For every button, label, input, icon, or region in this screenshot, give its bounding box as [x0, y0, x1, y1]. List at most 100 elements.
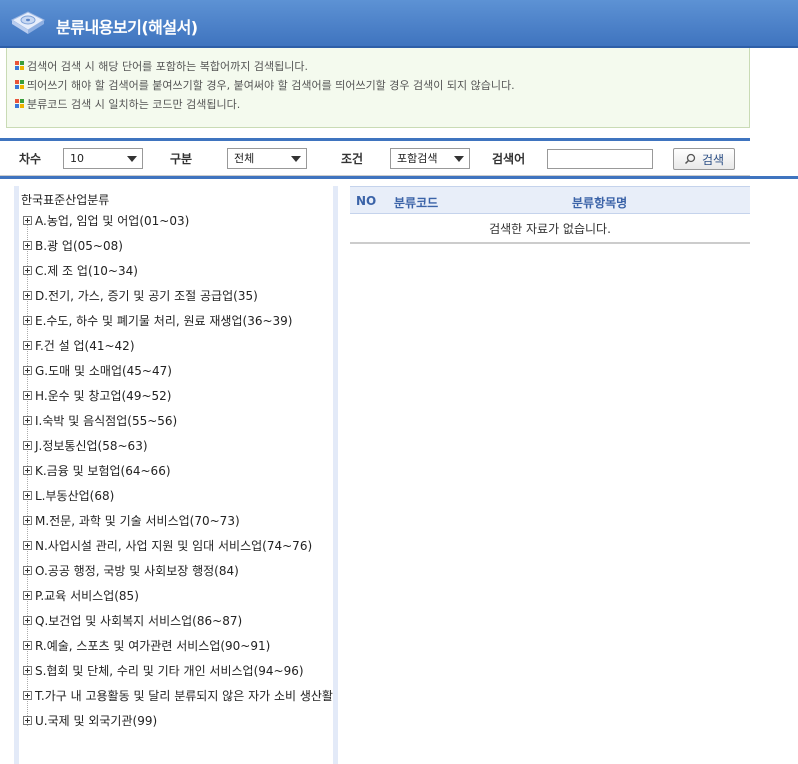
expand-plus-icon[interactable] [23, 590, 32, 600]
column-code: 분류코드 [394, 196, 439, 210]
page-title: 분류내용보기(해설서) [56, 18, 198, 37]
expand-plus-icon[interactable] [23, 340, 32, 350]
expand-plus-icon[interactable] [23, 665, 32, 675]
tree-item[interactable]: D.전기, 가스, 증기 및 공기 조절 공급업(35) [23, 285, 258, 305]
category-select-value: 전체 [234, 152, 255, 165]
classification-tree: 한국표준산업분류 A.농업, 임업 및 어업(01~03) B.광 업(05~08… [14, 186, 338, 764]
tree-item[interactable]: M.전문, 과학 및 기술 서비스업(70~73) [23, 510, 240, 530]
expand-plus-icon[interactable] [23, 615, 32, 625]
empty-result-message: 검색한 자료가 없습니다. [350, 214, 750, 244]
expand-plus-icon[interactable] [23, 390, 32, 400]
notice-line: 분류코드 검색 시 일치하는 코드만 검색됩니다. [15, 94, 741, 113]
page-header: 분류내용보기(해설서) [0, 0, 798, 48]
expand-plus-icon[interactable] [23, 515, 32, 525]
search-bar: 차수 10 구분 전체 조건 포함검색 검색어 검색 [0, 138, 750, 176]
tree-item[interactable]: C.제 조 업(10~34) [23, 260, 138, 280]
expand-plus-icon[interactable] [23, 440, 32, 450]
tree-item-label[interactable]: G.도매 및 소매업(45~47) [35, 362, 172, 379]
chevron-down-icon [291, 156, 301, 162]
tree-item[interactable]: N.사업시설 관리, 사업 지원 및 임대 서비스업(74~76) [23, 535, 312, 555]
tree-item[interactable]: R.예술, 스포츠 및 여가관련 서비스업(90~91) [23, 635, 270, 655]
tree-item-label[interactable]: D.전기, 가스, 증기 및 공기 조절 공급업(35) [35, 287, 258, 304]
tree-item-label[interactable]: N.사업시설 관리, 사업 지원 및 임대 서비스업(74~76) [35, 537, 312, 554]
tree-item[interactable]: I.숙박 및 음식점업(55~56) [23, 410, 177, 430]
tree-item-label[interactable]: B.광 업(05~08) [35, 237, 123, 254]
tree-item-label[interactable]: O.공공 행정, 국방 및 사회보장 행정(84) [35, 562, 239, 579]
edition-select-value: 10 [70, 152, 84, 165]
expand-plus-icon[interactable] [23, 215, 32, 225]
tree-item[interactable]: O.공공 행정, 국방 및 사회보장 행정(84) [23, 560, 239, 580]
keyword-label: 검색어 [492, 152, 526, 166]
expand-plus-icon[interactable] [23, 540, 32, 550]
tree-item-label[interactable]: S.협회 및 단체, 수리 및 기타 개인 서비스업(94~96) [35, 662, 304, 679]
chevron-down-icon [454, 156, 464, 162]
edition-label: 차수 [19, 152, 42, 166]
tree-item[interactable]: L.부동산업(68) [23, 485, 114, 505]
chevron-down-icon [127, 156, 137, 162]
divider [0, 176, 798, 179]
condition-label: 조건 [341, 152, 364, 166]
tree-item-label[interactable]: T.가구 내 고용활동 및 달리 분류되지 않은 자가 소비 생산활동(97~9… [35, 687, 333, 704]
category-select[interactable]: 전체 [227, 148, 307, 169]
tree-item-label[interactable]: E.수도, 하수 및 폐기물 처리, 원료 재생업(36~39) [35, 312, 292, 329]
tree-item-label[interactable]: I.숙박 및 음식점업(55~56) [35, 412, 177, 429]
tree-item[interactable]: J.정보통신업(58~63) [23, 435, 148, 455]
expand-plus-icon[interactable] [23, 490, 32, 500]
expand-plus-icon[interactable] [23, 715, 32, 725]
search-button-label: 검색 [701, 152, 725, 167]
keyword-input[interactable] [547, 149, 653, 169]
expand-plus-icon[interactable] [23, 290, 32, 300]
search-button[interactable]: 검색 [673, 148, 735, 170]
expand-plus-icon[interactable] [23, 265, 32, 275]
result-table-header: NO 분류코드 분류항목명 [350, 186, 750, 214]
notice-text: 띄어쓰기 해야 할 검색어를 붙여쓰기할 경우, 붙여써야 할 검색어를 띄어쓰… [27, 78, 515, 92]
expand-plus-icon[interactable] [23, 415, 32, 425]
bullet-icon [15, 99, 24, 108]
tree-item-label[interactable]: J.정보통신업(58~63) [35, 437, 148, 454]
expand-plus-icon[interactable] [23, 240, 32, 250]
expand-plus-icon[interactable] [23, 315, 32, 325]
tree-item[interactable]: B.광 업(05~08) [23, 235, 123, 255]
tree-item-label[interactable]: L.부동산업(68) [35, 487, 114, 504]
column-no: NO [356, 194, 377, 208]
tree-item[interactable]: S.협회 및 단체, 수리 및 기타 개인 서비스업(94~96) [23, 660, 304, 680]
tree-root-label: 한국표준산업분류 [21, 193, 110, 207]
condition-select[interactable]: 포함검색 [390, 148, 470, 169]
tree-item-label[interactable]: F.건 설 업(41~42) [35, 337, 135, 354]
tree-item-label[interactable]: Q.보건업 및 사회복지 서비스업(86~87) [35, 612, 242, 629]
tree-item[interactable]: A.농업, 임업 및 어업(01~03) [23, 210, 189, 230]
tree-item[interactable]: Q.보건업 및 사회복지 서비스업(86~87) [23, 610, 242, 630]
tree-item[interactable]: U.국제 및 외국기관(99) [23, 710, 157, 730]
tree-item-label[interactable]: C.제 조 업(10~34) [35, 262, 138, 279]
tree-item[interactable]: H.운수 및 창고업(49~52) [23, 385, 171, 405]
search-icon [684, 153, 696, 165]
tree-item[interactable]: P.교육 서비스업(85) [23, 585, 139, 605]
notice-line: 검색어 검색 시 해당 단어를 포함하는 복합어까지 검색됩니다. [15, 56, 741, 75]
result-table: NO 분류코드 분류항목명 검색한 자료가 없습니다. [350, 186, 750, 244]
book-disc-icon [10, 11, 46, 34]
tree-item[interactable]: E.수도, 하수 및 폐기물 처리, 원료 재생업(36~39) [23, 310, 292, 330]
tree-item-label[interactable]: R.예술, 스포츠 및 여가관련 서비스업(90~91) [35, 637, 270, 654]
tree-item-label[interactable]: H.운수 및 창고업(49~52) [35, 387, 171, 404]
tree-item[interactable]: G.도매 및 소매업(45~47) [23, 360, 172, 380]
tree-item[interactable]: K.금융 및 보험업(64~66) [23, 460, 171, 480]
notice-line: 띄어쓰기 해야 할 검색어를 붙여쓰기할 경우, 붙여써야 할 검색어를 띄어쓰… [15, 75, 741, 94]
tree-item[interactable]: F.건 설 업(41~42) [23, 335, 135, 355]
expand-plus-icon[interactable] [23, 690, 32, 700]
expand-plus-icon[interactable] [23, 565, 32, 575]
search-help-notice: 검색어 검색 시 해당 단어를 포함하는 복합어까지 검색됩니다. 띄어쓰기 해… [6, 48, 750, 128]
expand-plus-icon[interactable] [23, 465, 32, 475]
tree-item-label[interactable]: M.전문, 과학 및 기술 서비스업(70~73) [35, 512, 240, 529]
tree-item-label[interactable]: U.국제 및 외국기관(99) [35, 712, 157, 729]
expand-plus-icon[interactable] [23, 365, 32, 375]
tree-item-label[interactable]: A.농업, 임업 및 어업(01~03) [35, 212, 189, 229]
category-label: 구분 [170, 152, 193, 166]
bullet-icon [15, 61, 24, 70]
tree-item[interactable]: T.가구 내 고용활동 및 달리 분류되지 않은 자가 소비 생산활동(97~9… [23, 685, 333, 705]
notice-text: 분류코드 검색 시 일치하는 코드만 검색됩니다. [27, 97, 241, 111]
edition-select[interactable]: 10 [63, 148, 143, 169]
tree-item-label[interactable]: P.교육 서비스업(85) [35, 587, 139, 604]
expand-plus-icon[interactable] [23, 640, 32, 650]
tree-item-label[interactable]: K.금융 및 보험업(64~66) [35, 462, 171, 479]
bullet-icon [15, 80, 24, 89]
